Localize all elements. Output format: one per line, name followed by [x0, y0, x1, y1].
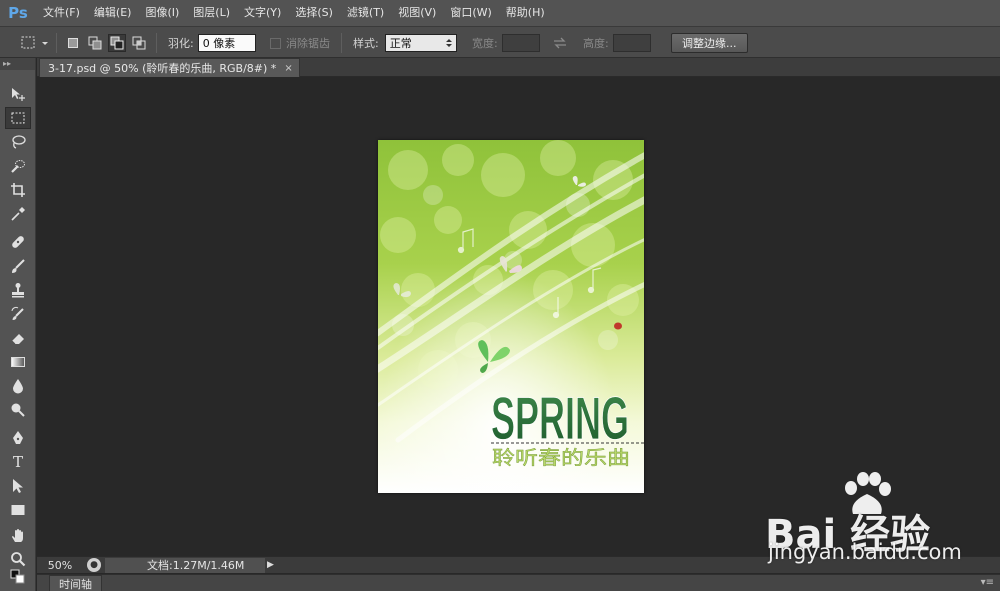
crop-icon — [11, 183, 25, 197]
canvas-area[interactable]: SPRING 聆听春的乐曲 — [37, 78, 1000, 556]
eraser-tool[interactable] — [5, 327, 31, 349]
panel-collapse-icon[interactable]: ▸▸ — [0, 58, 35, 70]
swap-arrows-icon — [554, 37, 566, 49]
rectangle-icon — [11, 505, 25, 515]
menu-window[interactable]: 窗口(W) — [443, 0, 498, 26]
menu-type[interactable]: 文字(Y) — [237, 0, 288, 26]
crop-tool[interactable] — [5, 179, 31, 201]
document-tab[interactable]: 3-17.psd @ 50% (聆听春的乐曲, RGB/8#) * × — [39, 58, 300, 77]
blur-tool[interactable] — [5, 375, 31, 397]
menu-edit[interactable]: 编辑(E) — [87, 0, 139, 26]
intersect-selection-button[interactable] — [130, 34, 148, 52]
timeline-panel: 时间轴 ▾≡ — [37, 574, 1000, 591]
rectangle-tool[interactable] — [5, 499, 31, 521]
document-tab-bar: 3-17.psd @ 50% (聆听春的乐曲, RGB/8#) * × — [37, 58, 1000, 77]
document-canvas[interactable]: SPRING 聆听春的乐曲 — [378, 140, 644, 493]
spring-artwork: SPRING 聆听春的乐曲 — [378, 140, 644, 493]
clone-stamp-tool[interactable] — [5, 279, 31, 301]
lasso-icon — [12, 135, 26, 149]
style-select-value: 正常 — [389, 37, 412, 50]
pen-icon — [13, 431, 23, 444]
gradient-icon — [11, 357, 25, 367]
healing-brush-tool[interactable] — [5, 231, 31, 253]
brush-tool[interactable] — [5, 255, 31, 277]
antialias-checkbox[interactable]: 消除锯齿 — [270, 27, 330, 59]
menu-help[interactable]: 帮助(H) — [499, 0, 552, 26]
menu-bar: Ps 文件(F) 编辑(E) 图像(I) 图层(L) 文字(Y) 选择(S) 滤… — [0, 0, 1000, 26]
style-select[interactable]: 正常 — [384, 34, 457, 52]
move-tool[interactable] — [5, 83, 31, 105]
quick-selection-tool[interactable] — [5, 155, 31, 177]
magnifier-icon — [11, 552, 26, 567]
lasso-tool[interactable] — [5, 131, 31, 153]
history-brush-icon — [11, 306, 24, 320]
tools-panel: ▸▸ T — [0, 58, 36, 591]
eraser-icon — [11, 334, 24, 345]
artwork-subtitle: 聆听春的乐曲 — [492, 447, 630, 469]
add-selection-icon — [88, 36, 102, 50]
swap-dimensions-button[interactable] — [553, 27, 567, 59]
eyedropper-tool[interactable] — [5, 203, 31, 225]
rectangular-marquee-tool[interactable] — [5, 107, 31, 129]
menu-file[interactable]: 文件(F) — [36, 0, 87, 26]
type-icon: T — [12, 453, 23, 471]
menu-image[interactable]: 图像(I) — [138, 0, 186, 26]
eyedropper-icon — [11, 207, 25, 221]
color-swatches-icon — [10, 569, 25, 584]
menu-filter[interactable]: 滤镜(T) — [340, 0, 391, 26]
history-brush-tool[interactable] — [5, 303, 31, 325]
type-tool[interactable]: T — [5, 451, 31, 473]
width-input[interactable] — [501, 34, 540, 52]
marquee-preset-icon — [21, 36, 48, 49]
close-icon[interactable]: × — [284, 63, 292, 74]
new-selection-icon — [68, 38, 78, 48]
subtract-selection-icon — [110, 36, 124, 50]
path-selection-tool[interactable] — [5, 475, 31, 497]
status-info-icon[interactable]: ● — [87, 558, 101, 572]
bandage-icon — [12, 236, 24, 248]
status-menu-arrow-icon[interactable]: ▶ — [267, 560, 277, 570]
document-size-info: 文档:1.27M/1.46M — [105, 557, 265, 573]
menu-select[interactable]: 选择(S) — [288, 0, 340, 26]
dodge-icon — [11, 403, 25, 417]
zoom-level-field[interactable]: 50% — [37, 559, 83, 572]
height-label: 高度: — [583, 37, 609, 50]
panel-menu-icon[interactable]: ▾≡ — [981, 575, 994, 590]
marquee-icon — [11, 112, 25, 124]
pen-tool[interactable] — [5, 427, 31, 449]
photoshop-logo: Ps — [8, 4, 28, 22]
height-input[interactable] — [612, 34, 651, 52]
menu-layer[interactable]: 图层(L) — [186, 0, 237, 26]
add-selection-button[interactable] — [86, 34, 104, 52]
quick-selection-icon — [11, 160, 25, 173]
refine-edge-button[interactable]: 调整边缘... — [671, 33, 748, 53]
dodge-tool[interactable] — [5, 399, 31, 421]
drop-icon — [13, 379, 23, 394]
artwork-title: SPRING — [491, 385, 629, 452]
brush-icon — [12, 259, 25, 273]
antialias-checkbox-box[interactable] — [270, 37, 281, 49]
timeline-tab[interactable]: 时间轴 — [49, 575, 102, 591]
menu-view[interactable]: 视图(V) — [391, 0, 443, 26]
status-bar: 50% ● 文档:1.27M/1.46M ▶ — [37, 556, 1000, 573]
move-icon — [12, 88, 25, 101]
path-selection-icon — [13, 479, 23, 493]
options-bar: 羽化: 0 像素 消除锯齿 样式: 正常 宽度: 高度: 调整边缘... — [0, 26, 1000, 58]
width-label: 宽度: — [472, 37, 498, 50]
feather-input[interactable]: 0 像素 — [197, 34, 256, 52]
hand-tool[interactable] — [5, 525, 31, 547]
subtract-selection-button[interactable] — [108, 34, 126, 52]
color-swatches[interactable] — [5, 567, 31, 587]
antialias-label: 消除锯齿 — [286, 37, 330, 50]
intersect-selection-icon — [132, 36, 146, 50]
gradient-tool[interactable] — [5, 351, 31, 373]
document-tab-title: 3-17.psd @ 50% (聆听春的乐曲, RGB/8#) * — [48, 62, 277, 75]
stamp-icon — [12, 283, 24, 298]
new-selection-button[interactable] — [64, 34, 82, 52]
feather-label: 羽化: — [168, 37, 194, 50]
hand-icon — [12, 529, 23, 542]
style-label: 样式: — [353, 37, 379, 50]
tool-preset-picker[interactable] — [20, 27, 48, 59]
updown-arrows-icon — [445, 39, 452, 47]
